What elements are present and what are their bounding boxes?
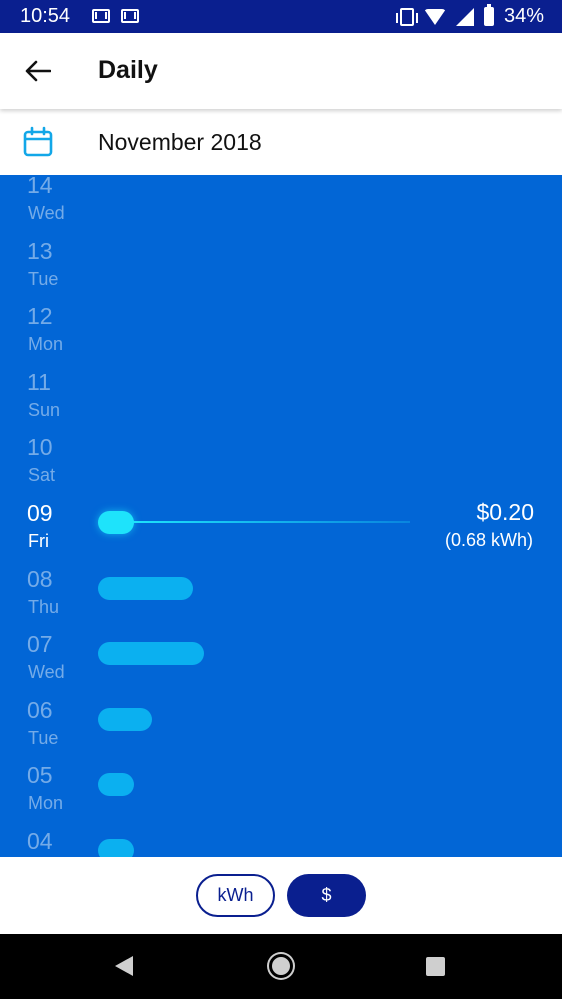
nav-home-icon[interactable] [269, 954, 293, 978]
battery-percent: 34% [503, 5, 544, 27]
day-number: 12 [27, 303, 53, 330]
day-number: 10 [27, 434, 53, 461]
day-name: Mon [28, 334, 64, 355]
system-nav-bar [0, 934, 562, 999]
page-title: Daily [98, 56, 158, 84]
day-row[interactable]: 11 Sun [0, 369, 562, 435]
cell-signal-icon [455, 7, 474, 26]
arrow-left-icon [25, 60, 51, 82]
usage-bar[interactable] [98, 511, 134, 534]
day-row[interactable]: 06 Tue [0, 697, 562, 763]
app-bar: Daily [0, 33, 562, 109]
day-row[interactable]: 04Sun [0, 828, 562, 857]
day-row[interactable]: 13 Tue [0, 238, 562, 304]
wifi-icon [423, 8, 446, 25]
status-time: 10:54 [20, 5, 71, 27]
usage-bar[interactable] [98, 642, 205, 666]
day-name: Wed [28, 662, 65, 683]
day-name: Mon [28, 793, 64, 814]
calendar-icon[interactable] [22, 126, 54, 158]
day-number: 05 [27, 762, 53, 789]
day-number: 08 [27, 565, 53, 592]
mail-icon [92, 9, 110, 23]
day-name: Sun [28, 399, 61, 420]
day-row[interactable]: 08 Thu [0, 566, 562, 632]
usage-bar[interactable] [98, 707, 152, 731]
day-number: 11 [27, 368, 51, 395]
status-bar: 10:54 34% [0, 0, 562, 33]
day-name: Fri [28, 531, 49, 551]
day-number: 13 [27, 237, 53, 264]
usage-bar[interactable] [98, 773, 134, 797]
month-label: November 2018 [98, 129, 262, 155]
usage-bar[interactable] [98, 839, 134, 857]
status-indicators: 34% [395, 4, 544, 28]
day-row[interactable]: 10 Sat [0, 434, 562, 500]
day-number: 14 [27, 175, 53, 198]
month-selector[interactable]: November 2018 [0, 109, 562, 175]
day-row[interactable]: 14 Wed [0, 175, 562, 238]
daily-usage-chart[interactable]: 14 Wed 13 Tue 12 Mon 11 Sun 10 Sat 09 Fri $0.20 (0.68… [0, 175, 562, 857]
day-row[interactable]: 12 Mon [0, 303, 562, 369]
nav-back-icon[interactable] [115, 956, 133, 976]
day-name: Thu [28, 596, 60, 617]
day-row[interactable]: 05 Mon [0, 762, 562, 828]
mail-icon [121, 9, 139, 23]
usage-bar[interactable] [98, 576, 194, 600]
day-row[interactable]: 09 Fri $0.20 (0.68 kWh) [0, 499, 562, 566]
day-number: 07 [27, 631, 53, 658]
day-number: 04 [27, 828, 53, 854]
day-number: 09 [27, 500, 53, 526]
day-name: Tue [28, 268, 59, 289]
nav-recents-icon[interactable] [426, 957, 445, 976]
day-name: Sat [28, 465, 56, 486]
day-number: 06 [27, 696, 53, 723]
kwh-toggle-button[interactable]: kWh [196, 874, 275, 917]
selected-kwh: (0.68 kWh) [444, 530, 533, 550]
back-button[interactable] [18, 51, 58, 91]
day-row[interactable]: 07 Wed [0, 631, 562, 697]
selected-cost: $0.20 [476, 499, 534, 525]
dollar-toggle-button[interactable]: $ [287, 874, 366, 917]
unit-toggle-bar: kWh $ [0, 857, 562, 934]
day-name: Wed [28, 203, 65, 223]
vibrate-icon [395, 7, 418, 26]
battery-icon [483, 4, 494, 26]
day-name: Tue [28, 727, 59, 748]
selection-line [130, 521, 410, 523]
